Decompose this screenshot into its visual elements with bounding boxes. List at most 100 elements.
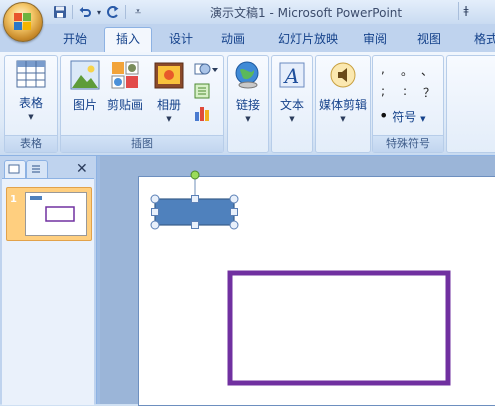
smartart-icon — [194, 83, 210, 99]
picture-icon — [70, 60, 100, 90]
purple-outline-rectangle[interactable] — [227, 270, 451, 386]
tab-slides[interactable] — [4, 160, 26, 179]
clipart-button[interactable]: 剪贴画 — [105, 60, 145, 113]
resize-handle-ne[interactable] — [229, 194, 239, 204]
text-box-icon: A — [279, 62, 305, 88]
globe-link-icon — [235, 61, 259, 89]
group-illustrations: 图片 剪贴画 相册 ▼ 插图 — [60, 55, 224, 153]
title-bar: ▾ ⩡ 演示文稿1 - Microsoft PowerPoint ǂ — [0, 0, 495, 24]
customize-icon: ⩡ — [134, 5, 142, 18]
tab-outline[interactable] — [26, 160, 48, 179]
symbol-colon[interactable]: : — [403, 84, 407, 98]
resize-handle-se[interactable] — [229, 220, 239, 230]
tab-animations[interactable]: 动画 — [210, 28, 256, 50]
slide-thumbnail — [25, 192, 87, 236]
photo-album-icon — [154, 62, 184, 89]
svg-text:A: A — [283, 64, 299, 88]
speaker-icon — [330, 62, 356, 88]
tab-home[interactable]: 开始 — [52, 28, 98, 50]
symbol-question[interactable]: ？ — [423, 84, 435, 101]
slide-thumbnail-item[interactable]: 1 — [6, 187, 92, 241]
resize-handle-e[interactable] — [230, 208, 238, 216]
tab-view[interactable]: 视图 — [406, 28, 452, 50]
group-table: 表格 ▼ 表格 — [4, 55, 58, 153]
qat-separator — [72, 5, 73, 19]
group-text: A 文本 ▼ — [271, 55, 313, 153]
symbol-comma[interactable]: , — [381, 62, 385, 76]
office-button[interactable] — [3, 2, 43, 42]
picture-button[interactable]: 图片 — [67, 60, 103, 113]
resize-handle-n[interactable] — [191, 195, 199, 203]
symbol-enumeration-comma[interactable]: 、 — [421, 62, 433, 79]
rotation-handle[interactable] — [190, 170, 200, 180]
office-logo-icon — [14, 13, 32, 31]
window-title: 演示文稿1 - Microsoft PowerPoint — [210, 6, 403, 20]
resize-handle-sw[interactable] — [150, 220, 160, 230]
tab-insert[interactable]: 插入 — [104, 27, 152, 52]
group-label-table: 表格 — [5, 135, 57, 152]
customize-qat-button[interactable]: ⩡ — [130, 4, 146, 20]
slide[interactable] — [138, 170, 495, 406]
table-button[interactable]: 表格 ▼ — [11, 60, 51, 121]
slide-canvas — [100, 156, 495, 406]
chevron-down-icon: ▼ — [166, 115, 172, 123]
group-links: 链接 ▼ — [227, 55, 269, 153]
slides-pane: ✕ 1 — [0, 156, 97, 405]
undo-button[interactable] — [77, 4, 93, 20]
slides-tab-icon — [8, 164, 20, 174]
slide-list: 1 — [2, 178, 94, 405]
chevron-down-icon: ▼ — [340, 115, 346, 123]
undo-icon — [79, 7, 91, 17]
chevron-down-icon: ▼ — [420, 115, 426, 123]
symbol-button-label: 符号 — [392, 110, 417, 124]
symbol-period[interactable]: 。 — [401, 62, 413, 79]
shapes-icon — [194, 63, 218, 75]
save-icon — [54, 6, 66, 18]
picture-button-label: 图片 — [72, 98, 97, 112]
tab-review[interactable]: 审阅 — [352, 28, 398, 50]
chevron-down-icon: ▼ — [28, 113, 34, 121]
media-button[interactable]: 媒体剪辑 ▼ — [317, 60, 369, 123]
bullet-icon: • — [379, 106, 389, 125]
tab-format[interactable]: 格式 — [466, 28, 495, 50]
symbol-semicolon[interactable]: ; — [381, 84, 385, 98]
ribbon-overflow-edge — [446, 55, 495, 153]
table-button-label: 表格 — [18, 96, 43, 110]
tab-design[interactable]: 设计 — [158, 28, 204, 50]
album-button[interactable]: 相册 ▼ — [149, 60, 189, 123]
table-icon — [16, 60, 46, 88]
smartart-button[interactable] — [193, 82, 219, 102]
pane-tabs: ✕ — [2, 160, 94, 179]
outline-tab-icon — [32, 165, 40, 173]
chart-button[interactable] — [193, 104, 219, 124]
chart-icon — [195, 107, 209, 121]
shapes-button[interactable] — [193, 60, 219, 80]
chevron-down-icon: ▼ — [245, 115, 251, 123]
resize-handle-s[interactable] — [191, 221, 199, 229]
resize-handle-nw[interactable] — [150, 194, 160, 204]
clipart-button-label: 剪贴画 — [106, 98, 143, 112]
slide-shapes — [150, 170, 451, 386]
slide-number: 1 — [10, 194, 17, 205]
media-button-label: 媒体剪辑 — [318, 98, 367, 112]
group-media: 媒体剪辑 ▼ — [315, 55, 371, 153]
resize-handle-w[interactable] — [151, 208, 159, 216]
chevron-down-icon: ▼ — [289, 115, 295, 123]
album-button-label: 相册 — [156, 98, 181, 112]
tab-slideshow[interactable]: 幻灯片放映 — [268, 28, 348, 50]
group-label-special-symbols: 特殊符号 — [373, 135, 443, 152]
ribbon-tab-bar: 开始 插入 设计 动画 幻灯片放映 审阅 视图 格式 — [0, 24, 495, 53]
undo-dropdown[interactable]: ▾ — [95, 4, 103, 20]
group-label-illustrations: 插图 — [61, 135, 223, 152]
symbol-button[interactable]: • 符号 ▼ — [379, 106, 426, 125]
link-button[interactable]: 链接 ▼ — [230, 60, 266, 123]
slide-thumbnail-shapes — [30, 196, 75, 222]
link-button-label: 链接 — [235, 98, 260, 112]
redo-icon — [107, 6, 119, 18]
qat-separator — [125, 5, 126, 19]
redo-button[interactable] — [105, 4, 121, 20]
close-pane-button[interactable]: ✕ — [76, 161, 88, 177]
save-button[interactable] — [52, 4, 68, 20]
text-button[interactable]: A 文本 ▼ — [274, 60, 310, 123]
ribbon: 表格 ▼ 表格 图片 剪贴画 相册 ▼ 插图 链接 ▼ A 文本 ▼ 媒体剪辑 … — [0, 52, 495, 156]
